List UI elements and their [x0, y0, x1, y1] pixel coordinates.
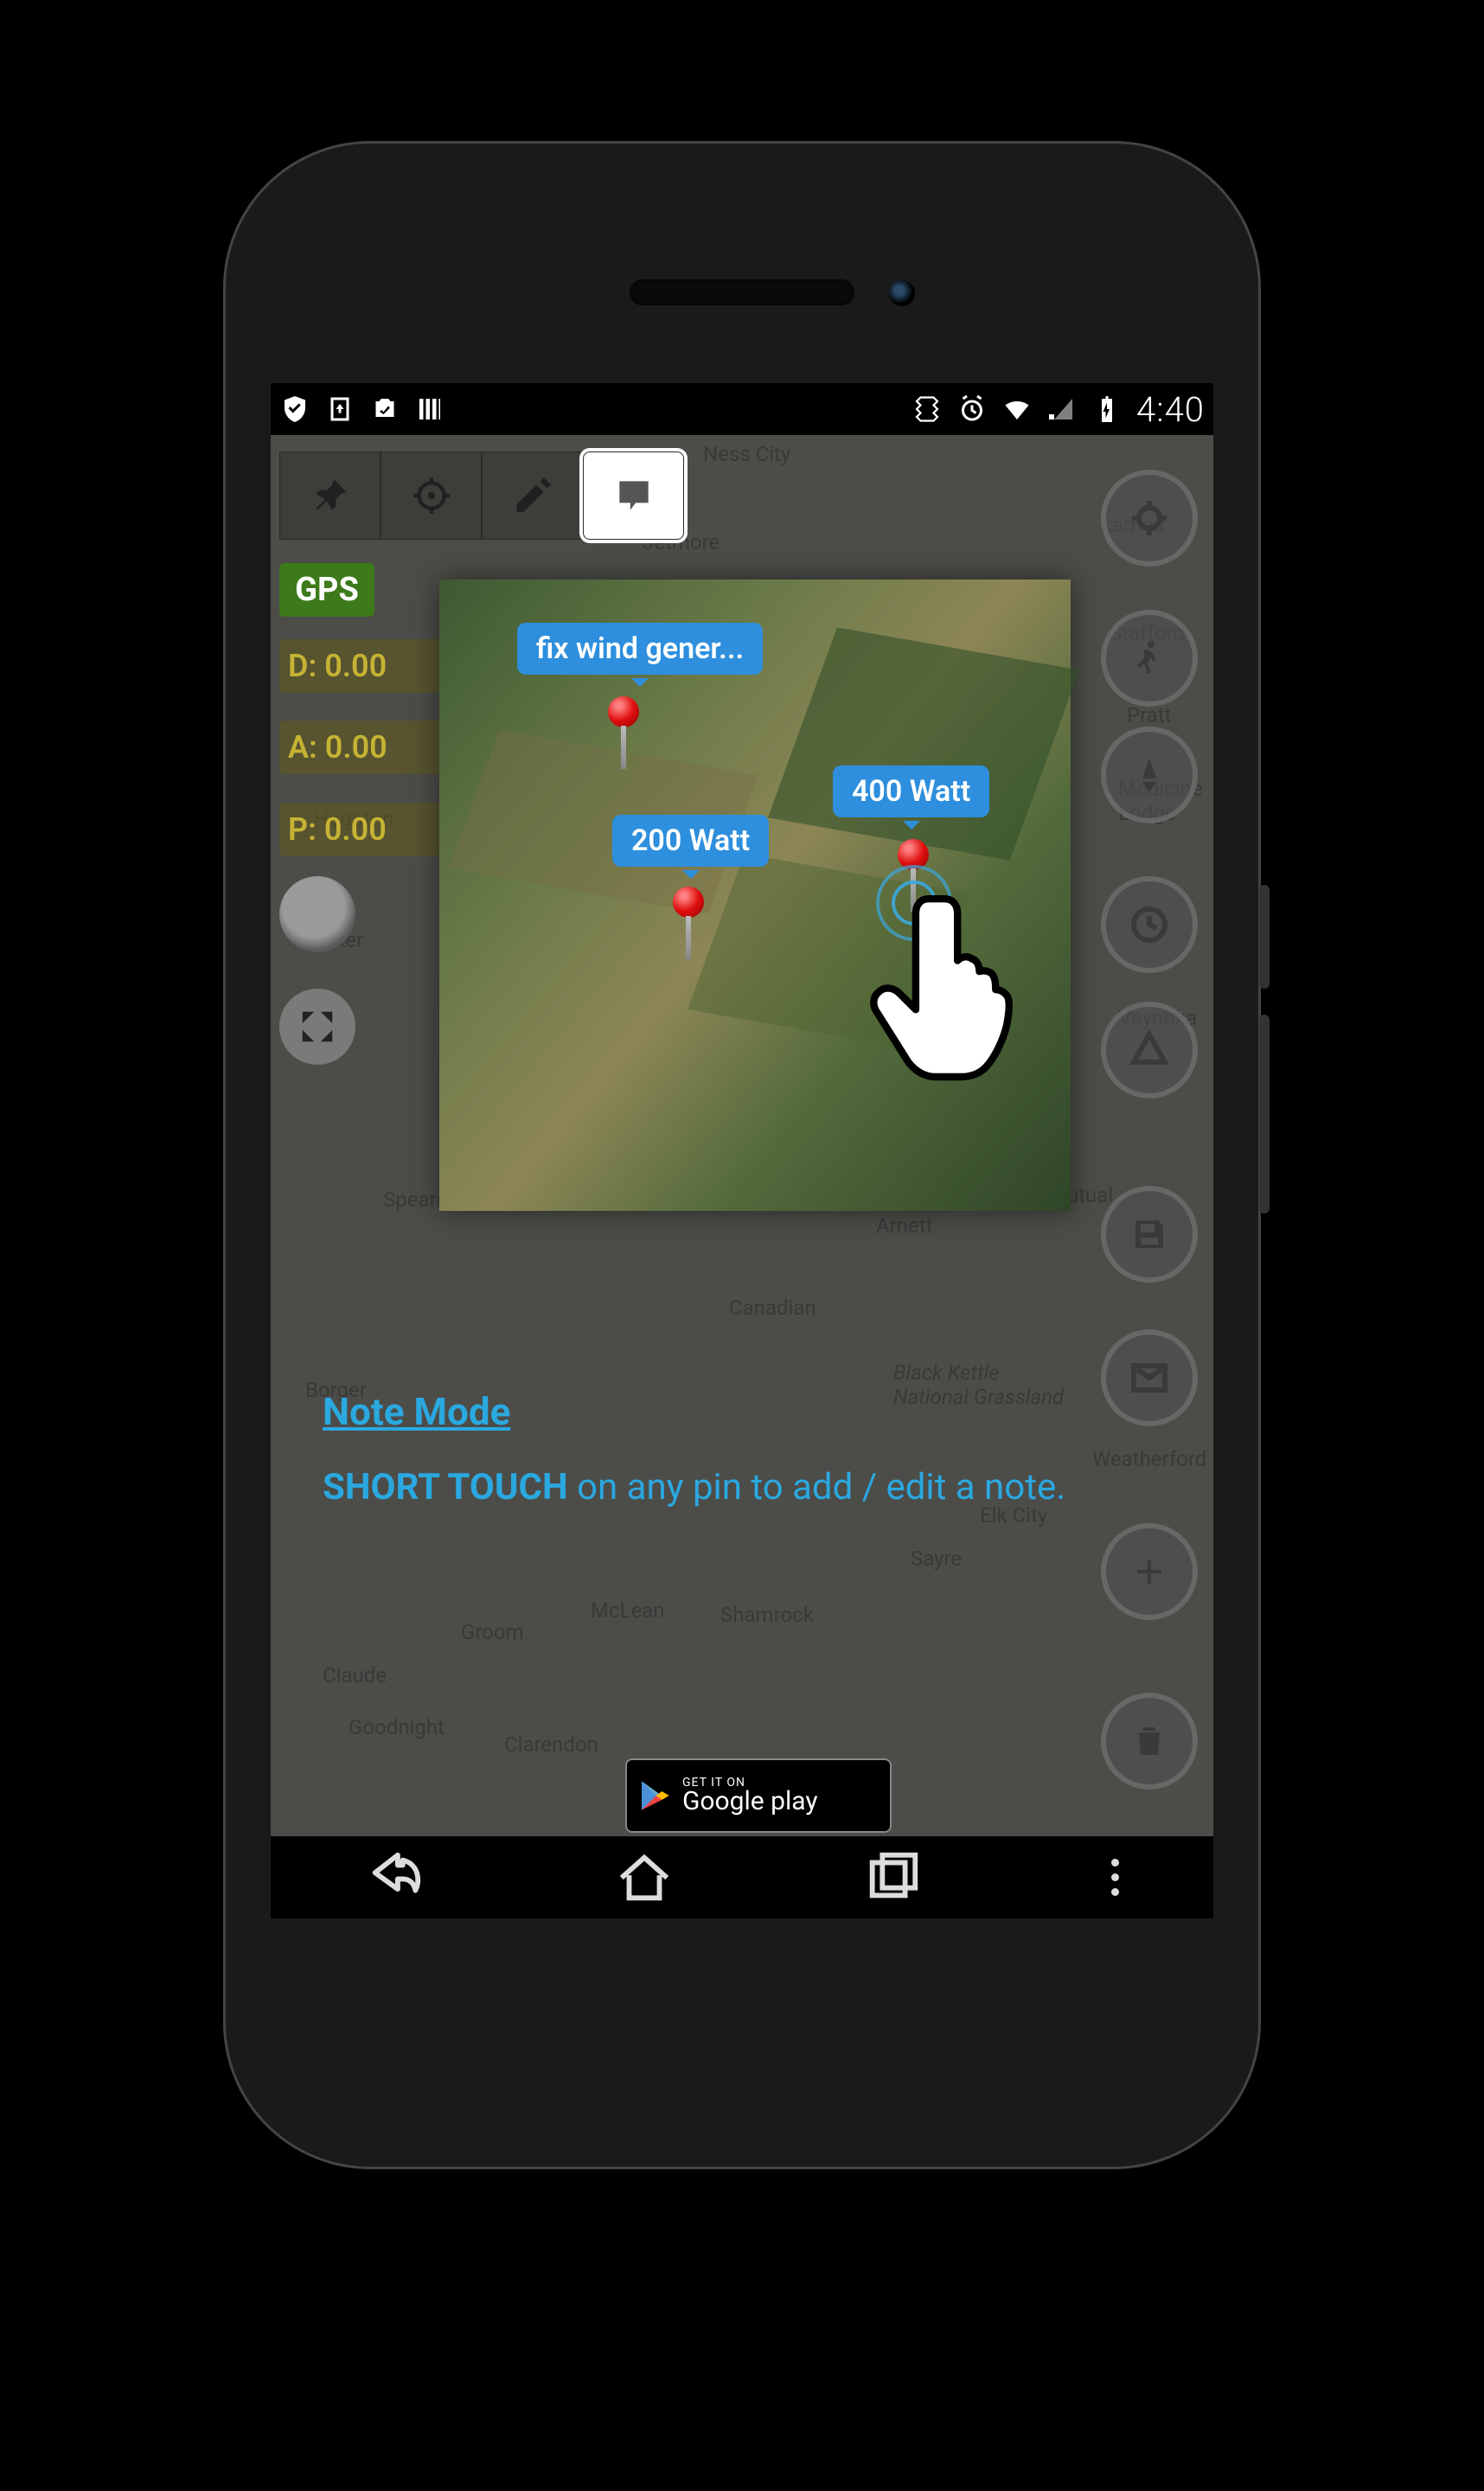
earpiece [630, 279, 854, 305]
target-mode-button[interactable] [381, 451, 482, 540]
briefcase-check-icon [369, 394, 400, 425]
save-button[interactable] [1101, 1186, 1198, 1283]
menu-button[interactable] [1111, 1859, 1119, 1896]
shape-button[interactable] [1101, 1002, 1198, 1098]
area-readout: A: 0.00 [279, 720, 444, 774]
map-pin[interactable] [673, 887, 704, 918]
power-button [1259, 885, 1270, 989]
satellite-preview: fix wind gener... 200 Watt 400 Watt [439, 580, 1071, 1211]
back-button[interactable] [365, 1847, 425, 1908]
pin-note-label[interactable]: 400 Watt [833, 765, 989, 817]
wifi-icon [1001, 394, 1033, 425]
globe-button[interactable] [279, 876, 355, 952]
history-button[interactable] [1101, 876, 1198, 973]
edit-mode-button[interactable] [482, 451, 583, 540]
note-mode-button[interactable] [583, 451, 684, 540]
mode-toolbar [279, 448, 684, 543]
instruction-text: Note Mode SHORT TOUCH on any pin to add … [323, 1386, 1092, 1513]
delete-button[interactable] [1101, 1693, 1198, 1790]
locate-button[interactable] [1101, 470, 1198, 567]
fullscreen-button[interactable] [279, 989, 355, 1065]
gps-badge[interactable]: GPS [279, 563, 374, 617]
shield-check-icon [279, 394, 310, 425]
screen: 4:40 Ness City Jetmore Larned Hugoton Ho… [271, 383, 1213, 1918]
perimeter-readout: P: 0.00 [279, 803, 444, 856]
pointer-hand-icon [863, 874, 1045, 1098]
volume-button [1259, 1015, 1270, 1213]
instruction-bold: SHORT TOUCH [323, 1466, 568, 1508]
distance-readout: D: 0.00 [279, 639, 444, 693]
instruction-title: Note Mode [323, 1386, 1092, 1438]
walk-track-button[interactable] [1101, 610, 1198, 707]
status-bar: 4:40 [271, 383, 1213, 435]
alarm-icon [956, 394, 988, 425]
battery-charging-icon [1091, 394, 1123, 425]
home-button[interactable] [614, 1847, 675, 1908]
google-play-badge[interactable]: GET IT ON Google play [625, 1758, 892, 1833]
pin-note-label[interactable]: fix wind gener... [517, 623, 763, 675]
bars-icon [414, 394, 445, 425]
play-badge-bottom: Google play [682, 1789, 818, 1815]
vibrate-icon [912, 394, 943, 425]
pin-note-label[interactable]: 200 Watt [612, 815, 769, 867]
pin-mode-button[interactable] [279, 451, 381, 540]
clock: 4:40 [1136, 389, 1205, 430]
map-pin[interactable] [608, 696, 639, 727]
mail-button[interactable] [1101, 1329, 1198, 1426]
compass-button[interactable] [1101, 727, 1198, 823]
front-camera [889, 280, 915, 306]
android-navbar [271, 1836, 1213, 1918]
recent-apps-button[interactable] [862, 1847, 923, 1908]
download-icon [324, 394, 355, 425]
add-button[interactable] [1101, 1523, 1198, 1620]
play-store-icon [637, 1778, 672, 1813]
phone-frame: 4:40 Ness City Jetmore Larned Hugoton Ho… [223, 141, 1261, 2169]
instruction-rest: on any pin to add / edit a note. [568, 1466, 1066, 1508]
signal-icon [1046, 394, 1078, 425]
